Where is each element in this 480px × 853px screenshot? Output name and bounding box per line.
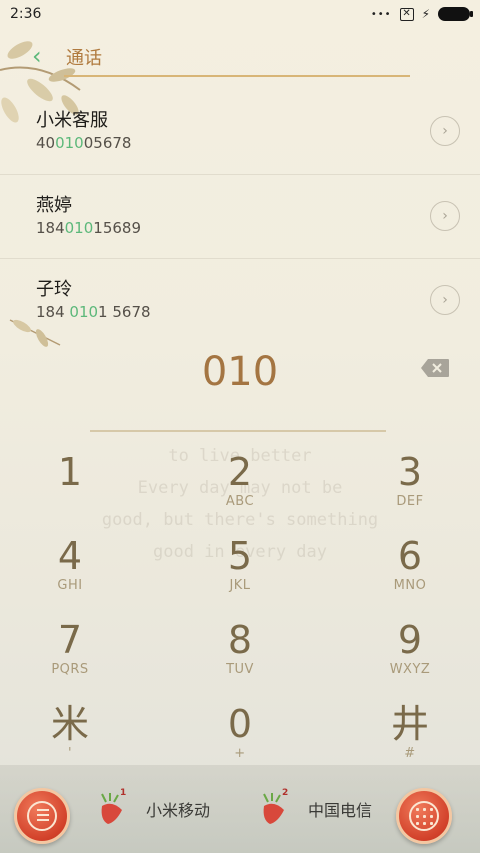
charging-icon: ⚡ (421, 7, 430, 21)
chevron-right-icon: › (442, 123, 448, 139)
call-sim2-button[interactable]: 2 中国电信 (260, 788, 373, 826)
contact-detail-button[interactable]: › (430, 285, 460, 315)
sim1-carrier-label: 小米移动 (146, 801, 211, 820)
key-9[interactable]: 9 WXYZ (340, 618, 480, 698)
page-title: 通话 (66, 48, 102, 69)
key-1[interactable]: 1 (0, 450, 140, 530)
keypad-icon (416, 808, 434, 826)
contact-name: 子玲 (36, 279, 72, 300)
contact-number: 184 0101 5678 (36, 303, 151, 321)
key-8[interactable]: 8 TUV (170, 618, 310, 698)
status-time: 2:36 (10, 6, 42, 22)
chevron-right-icon: › (442, 292, 448, 308)
list-item[interactable]: 子玲 184 0101 5678 › (0, 258, 480, 342)
key-5[interactable]: 5 JKL (170, 534, 310, 614)
key-3[interactable]: 3 DEF (340, 450, 480, 530)
list-item[interactable]: 小米客服 4001005678 › (0, 90, 480, 174)
status-icons: ••• ✕ ⚡ (370, 7, 473, 21)
list-item[interactable]: 燕婷 18401015689 › (0, 174, 480, 258)
key-6[interactable]: 6 MNO (340, 534, 480, 614)
call-sim1-button[interactable]: 1 小米移动 (98, 788, 211, 826)
key-4[interactable]: 4 GHI (0, 534, 140, 614)
more-notifications-icon: ••• (370, 8, 392, 20)
contact-name: 小米客服 (36, 110, 108, 131)
contact-number: 4001005678 (36, 134, 132, 152)
header-divider (64, 75, 410, 77)
header: ‹ 通话 (32, 42, 102, 72)
keypad-toggle-button[interactable] (396, 788, 452, 844)
contact-detail-button[interactable]: › (430, 201, 460, 231)
back-arrow-icon[interactable]: ‹ (32, 43, 52, 71)
menu-icon (37, 809, 49, 823)
no-sim-icon: ✕ (399, 7, 414, 21)
menu-button[interactable] (14, 788, 70, 844)
chevron-right-icon: › (442, 208, 448, 224)
status-bar: 2:36 ••• ✕ ⚡ (0, 0, 480, 28)
key-2[interactable]: 2 ABC (170, 450, 310, 530)
dialed-number: 010 (201, 349, 279, 395)
dial-divider (90, 430, 386, 432)
contact-name: 燕婷 (36, 195, 72, 216)
battery-icon (438, 7, 473, 21)
contact-number: 18401015689 (36, 219, 141, 237)
dial-keypad: 1 2 ABC 3 DEF 4 GHI 5 JKL 6 MNO 7 PQRS 8 TUV 9W… (0, 450, 480, 770)
contact-detail-button[interactable]: › (430, 116, 460, 146)
key-7[interactable]: 7 PQRS (0, 618, 140, 698)
backspace-icon[interactable] (420, 358, 450, 378)
dialed-number-display: 010 (0, 344, 480, 400)
contact-suggestion-list: 小米客服 4001005678 › 燕婷 18401015689 › 子玲 18… (0, 90, 480, 342)
sim2-carrier-label: 中国电信 (308, 801, 373, 820)
